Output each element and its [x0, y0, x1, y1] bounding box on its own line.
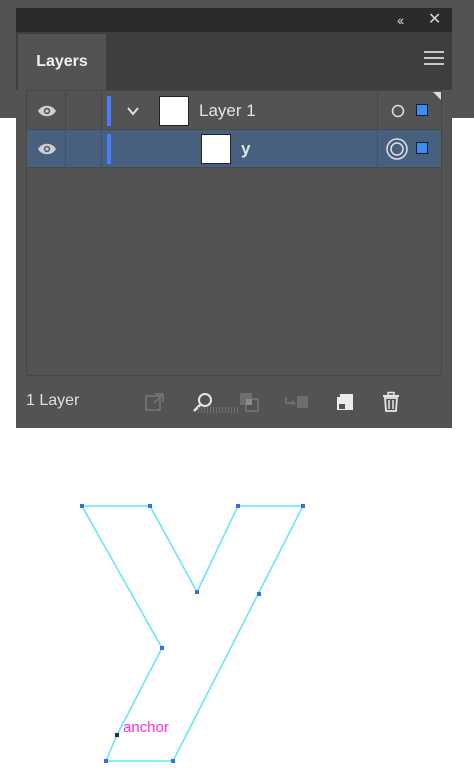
create-sublayer-icon[interactable]: [284, 391, 310, 413]
selection-indicator[interactable]: [416, 104, 428, 116]
object-name[interactable]: y: [241, 139, 250, 159]
anchor-point[interactable]: [104, 759, 108, 763]
create-new-layer-icon[interactable]: [334, 391, 356, 413]
close-icon[interactable]: ✕: [428, 10, 441, 30]
layer-count: 1 Layer: [26, 392, 80, 409]
anchor-point[interactable]: [257, 592, 261, 596]
column-divider: [65, 130, 66, 168]
y-glyph-outline[interactable]: [80, 505, 305, 762]
layers-panel: ‹‹ ✕ Layers Layer 1 y 1 Layer: [16, 8, 452, 428]
panel-content: Layer 1 y 1 Layer: [16, 90, 452, 428]
anchor-point[interactable]: [171, 759, 175, 763]
anchor-label: anchor: [123, 719, 169, 736]
column-divider: [101, 92, 102, 130]
collapse-panel-icon[interactable]: ‹‹: [397, 10, 404, 30]
corner-indicator-icon: [433, 92, 441, 100]
anchor-point[interactable]: [148, 504, 152, 508]
eye-icon[interactable]: [37, 103, 57, 119]
layer-row-layer-1[interactable]: Layer 1: [27, 92, 441, 130]
selection-indicator[interactable]: [416, 142, 428, 154]
anchor-point[interactable]: [195, 590, 199, 594]
column-divider: [65, 92, 66, 130]
delete-icon[interactable]: [380, 391, 402, 413]
hamburger-menu-icon[interactable]: [424, 51, 444, 67]
chevron-down-icon[interactable]: [126, 104, 140, 118]
column-divider: [377, 92, 378, 130]
column-divider: [101, 130, 102, 168]
eye-icon[interactable]: [37, 141, 57, 157]
layers-list: Layer 1 y: [26, 90, 442, 376]
target-double-circle-icon[interactable]: [385, 137, 409, 161]
make-clipping-mask-icon[interactable]: [238, 391, 260, 413]
artwork-canvas: anchor: [80, 504, 305, 763]
target-circle-icon[interactable]: [391, 104, 405, 118]
tab-layers[interactable]: Layers: [18, 34, 106, 90]
panel-footer: 1 Layer: [16, 382, 452, 422]
layer-thumbnail: [159, 96, 189, 126]
layer-name[interactable]: Layer 1: [199, 101, 256, 121]
tab-layers-label: Layers: [36, 53, 88, 70]
panel-tab-bar: Layers: [16, 32, 452, 90]
column-divider: [377, 130, 378, 168]
layer-color-bar: [107, 96, 111, 126]
object-thumbnail: [201, 134, 231, 164]
anchor-point[interactable]: [160, 646, 164, 650]
anchor-point[interactable]: [301, 504, 305, 508]
anchor-point[interactable]: [236, 504, 240, 508]
anchor-point[interactable]: [80, 504, 84, 508]
layer-row-y[interactable]: y: [27, 130, 441, 168]
collect-for-export-icon[interactable]: [144, 391, 166, 413]
panel-resize-grip[interactable]: [198, 407, 238, 413]
anchor-point[interactable]: [115, 733, 119, 737]
layer-color-bar: [107, 134, 111, 164]
panel-title-bar: ‹‹ ✕: [16, 8, 452, 32]
